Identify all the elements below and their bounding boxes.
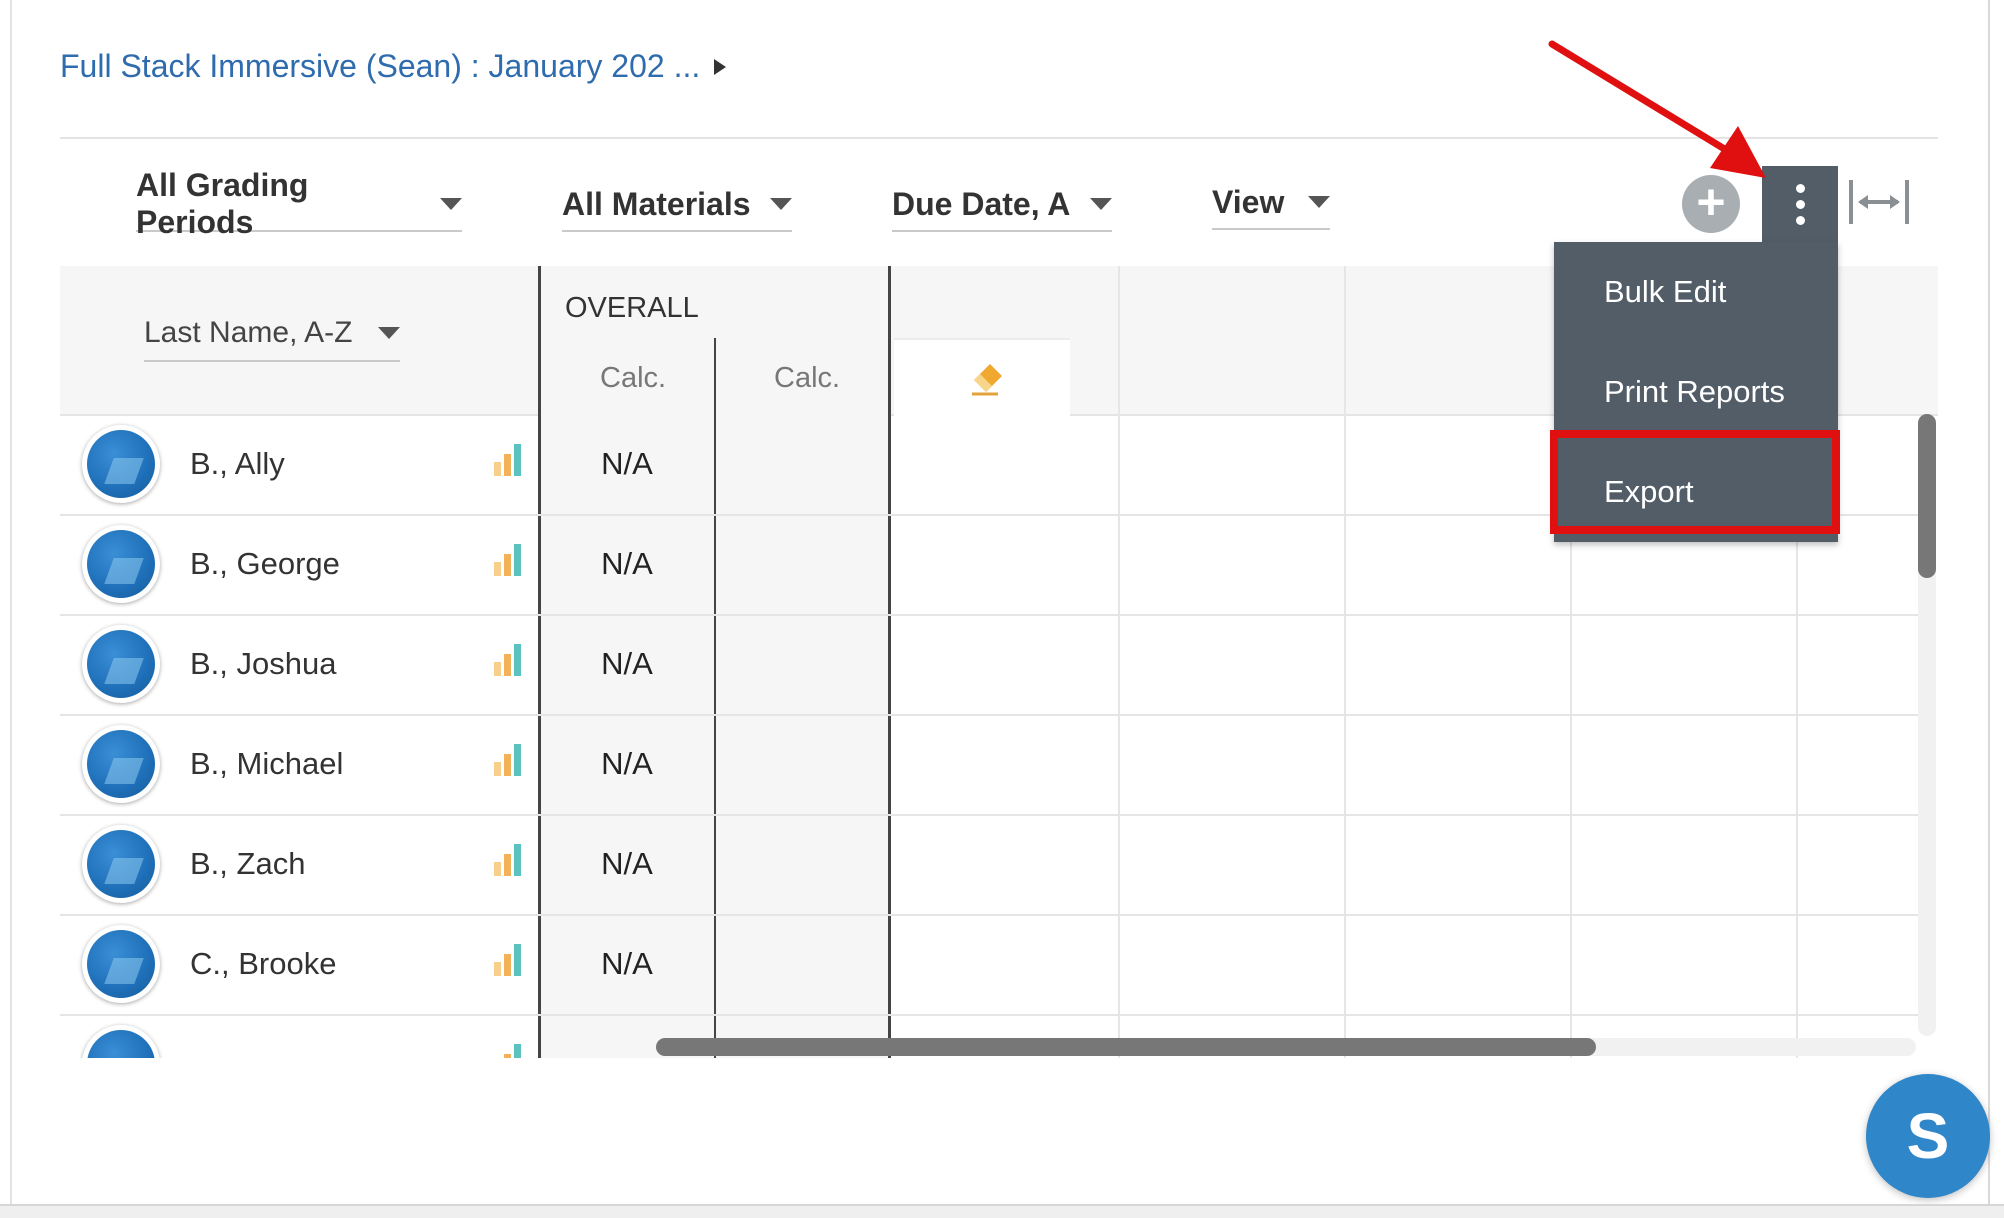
student-sort-dropdown[interactable]: Last Name, A-Z: [144, 306, 400, 362]
export-highlight-box: [1550, 430, 1840, 534]
overall-grade: N/A: [601, 746, 653, 781]
grading-periods-label: All Grading Periods: [136, 167, 309, 240]
grade-chart-icon[interactable]: [494, 844, 522, 876]
chevron-down-icon: [440, 198, 462, 210]
avatar[interactable]: [82, 625, 160, 703]
chevron-down-icon: [1308, 196, 1330, 208]
view-dropdown[interactable]: View: [1212, 176, 1330, 230]
kebab-dot: [1795, 215, 1805, 225]
overall-grade: N/A: [601, 646, 653, 681]
student-name[interactable]: B., George: [190, 546, 340, 582]
materials-label: All Materials: [562, 185, 751, 222]
page-frame-left: [0, 0, 12, 1216]
sort-dropdown[interactable]: Due Date, A: [892, 178, 1112, 232]
chevron-down-icon: [770, 198, 792, 210]
student-name[interactable]: B., Joshua: [190, 646, 336, 682]
overall-grade: N/A: [601, 446, 653, 481]
horizontal-scrollbar[interactable]: [656, 1038, 1596, 1056]
chevron-down-icon: [378, 327, 400, 339]
overall-grade: N/A: [601, 946, 653, 981]
student-name[interactable]: C., Brooke: [190, 946, 336, 982]
grade-chart-icon[interactable]: [494, 444, 522, 476]
table-row[interactable]: B., Joshua N/A: [60, 614, 1918, 716]
page-frame-right: [1988, 0, 2004, 1216]
grade-chart-icon[interactable]: [494, 544, 522, 576]
avatar[interactable]: [82, 825, 160, 903]
eraser-icon[interactable]: [968, 356, 1008, 396]
avatar[interactable]: [82, 1025, 160, 1058]
student-sort-label: Last Name, A-Z: [144, 316, 353, 349]
table-row[interactable]: C., Brooke N/A: [60, 914, 1918, 1016]
breadcrumb[interactable]: Full Stack Immersive (Sean) : January 20…: [60, 48, 727, 85]
avatar[interactable]: [82, 425, 160, 503]
student-name[interactable]: B., Michael: [190, 746, 343, 782]
expand-columns-icon[interactable]: [1848, 176, 1910, 228]
calc-header-2: Calc.: [774, 362, 841, 394]
kebab-dot: [1795, 183, 1805, 193]
view-label: View: [1212, 183, 1285, 220]
grade-chart-icon[interactable]: [494, 1044, 522, 1058]
breadcrumb-text[interactable]: Full Stack Immersive (Sean) : January 20…: [60, 48, 700, 85]
sort-label: Due Date, A: [892, 185, 1071, 222]
menu-item-bulk-edit[interactable]: Bulk Edit: [1554, 242, 1838, 342]
vertical-scrollbar[interactable]: [1918, 414, 1936, 578]
avatar[interactable]: [82, 725, 160, 803]
grade-chart-icon[interactable]: [494, 744, 522, 776]
grade-chart-icon[interactable]: [494, 944, 522, 976]
overall-grade: N/A: [601, 546, 653, 581]
table-row[interactable]: B., Zach N/A: [60, 814, 1918, 916]
chat-initial: S: [1906, 1100, 1950, 1172]
overall-header: OVERALL: [565, 292, 699, 324]
overall-grade: N/A: [601, 846, 653, 881]
chevron-down-icon: [1090, 198, 1112, 210]
table-row[interactable]: B., Michael N/A: [60, 714, 1918, 816]
materials-dropdown[interactable]: All Materials: [562, 178, 792, 232]
chat-button[interactable]: S: [1866, 1074, 1990, 1198]
breadcrumb-arrow-icon[interactable]: [714, 58, 727, 75]
student-name[interactable]: B., Zach: [190, 846, 305, 882]
menu-item-print-reports[interactable]: Print Reports: [1554, 342, 1838, 442]
calc-header-1: Calc.: [600, 362, 667, 394]
avatar[interactable]: [82, 525, 160, 603]
grading-periods-dropdown[interactable]: All Grading Periods: [136, 167, 462, 240]
kebab-dot: [1795, 199, 1805, 209]
avatar[interactable]: [82, 925, 160, 1003]
grade-chart-icon[interactable]: [494, 644, 522, 676]
student-name[interactable]: B., Ally: [190, 446, 285, 482]
annotation-arrow-icon: [1548, 40, 1766, 178]
